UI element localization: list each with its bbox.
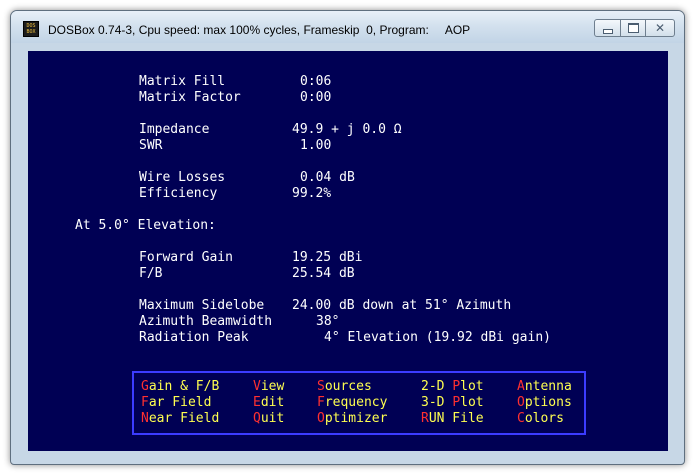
hotkey-p: P	[452, 395, 461, 410]
menu-optimizer[interactable]: Optimizer	[317, 411, 387, 427]
minimize-icon	[602, 28, 613, 34]
hotkey-s: S	[317, 379, 325, 394]
dosbox-window: DOS BOX DOSBox 0.74-3, Cpu speed: max 10…	[10, 10, 685, 465]
elevation-heading: At 5.0° Elevation:	[75, 218, 216, 233]
menu-run-file[interactable]: RUN File	[421, 411, 484, 427]
menu-near-field[interactable]: Near Field	[141, 411, 219, 427]
menu-far-field-label: ar Field	[148, 395, 212, 410]
menu-sources[interactable]: Sources	[317, 379, 372, 395]
hotkey-r: R	[421, 411, 429, 426]
hotkey-q: Q	[253, 411, 261, 426]
menu-3d-plot-prefix: 3-D	[421, 395, 453, 410]
menu-2d-plot-prefix: 2-D	[421, 379, 453, 394]
main-menu: Gain & F/B Far Field Near Field View Edi…	[132, 371, 586, 435]
hotkey-a: A	[517, 379, 525, 394]
menu-frequency-label: requency	[324, 395, 388, 410]
menu-options[interactable]: Options	[517, 395, 572, 411]
fb-value: 25.54 dB	[292, 266, 355, 281]
impedance-label: Impedance	[139, 122, 210, 137]
hotkey-v: V	[253, 379, 261, 394]
dosbox-app-icon[interactable]: DOS BOX	[23, 21, 39, 37]
hotkey-c: C	[517, 411, 525, 426]
menu-colors-label: olors	[524, 411, 564, 426]
hotkey-n: N	[141, 411, 149, 426]
azimuth-beamwidth-value: 38°	[316, 314, 340, 329]
hotkey-f: F	[317, 395, 325, 410]
dos-screen[interactable]: Matrix Fill 0:06 Matrix Factor 0:00 Impe…	[28, 51, 668, 451]
menu-frequency[interactable]: Frequency	[317, 395, 387, 411]
hotkey-p: P	[452, 379, 461, 394]
max-sidelobe-value: 24.00 dB down at 51° Azimuth	[292, 298, 512, 313]
menu-sources-label: ources	[324, 379, 372, 394]
menu-quit-label: uit	[260, 411, 285, 426]
close-icon: ✕	[654, 21, 666, 35]
title-bar[interactable]: DOS BOX DOSBox 0.74-3, Cpu speed: max 10…	[11, 11, 684, 43]
menu-3d-plot-label: lot	[460, 395, 484, 410]
menu-2d-plot[interactable]: 2-D Plot	[421, 379, 484, 395]
menu-run-file-label: UN File	[428, 411, 484, 426]
maximize-icon	[627, 23, 639, 33]
menu-edit[interactable]: Edit	[253, 395, 284, 411]
menu-antenna-label: ntenna	[524, 379, 572, 394]
menu-view[interactable]: View	[253, 379, 284, 395]
efficiency-label: Efficiency	[139, 186, 218, 201]
wire-losses-label: Wire Losses	[139, 170, 226, 185]
menu-optimizer-label: ptimizer	[324, 411, 388, 426]
swr-label: SWR	[139, 138, 163, 153]
menu-2d-plot-label: lot	[460, 379, 484, 394]
wire-losses-value: 0.04 dB	[300, 170, 355, 185]
menu-3d-plot[interactable]: 3-D Plot	[421, 395, 484, 411]
matrix-factor-label: Matrix Factor	[139, 90, 241, 105]
efficiency-value: 99.2%	[292, 186, 332, 201]
forward-gain-label: Forward Gain	[139, 250, 233, 265]
menu-far-field[interactable]: Far Field	[141, 395, 211, 411]
menu-near-field-label: ear Field	[148, 411, 220, 426]
menu-colors[interactable]: Colors	[517, 411, 564, 427]
menu-gain-fb-label: ain & F/B	[148, 379, 220, 394]
hotkey-e: E	[253, 395, 261, 410]
minimize-button[interactable]	[594, 19, 621, 37]
window-title: DOSBox 0.74-3, Cpu speed: max 100% cycle…	[48, 23, 471, 37]
hotkey-f: F	[141, 395, 149, 410]
hotkey-g: G	[141, 379, 149, 394]
matrix-fill-value: 0:06	[300, 74, 332, 89]
radiation-peak-label: Radiation Peak	[139, 330, 249, 345]
forward-gain-value: 19.25 dBi	[292, 250, 363, 265]
menu-gain-fb[interactable]: Gain & F/B	[141, 379, 219, 395]
hotkey-o: O	[517, 395, 525, 410]
max-sidelobe-label: Maximum Sidelobe	[139, 298, 265, 313]
matrix-fill-label: Matrix Fill	[139, 74, 226, 89]
matrix-factor-value: 0:00	[300, 90, 332, 105]
fb-label: F/B	[139, 266, 163, 281]
hotkey-o: O	[317, 411, 325, 426]
menu-options-label: ptions	[524, 395, 572, 410]
azimuth-beamwidth-label: Azimuth Beamwidth	[139, 314, 273, 329]
menu-antenna[interactable]: Antenna	[517, 379, 572, 395]
menu-view-label: iew	[260, 379, 285, 394]
menu-edit-label: dit	[260, 395, 285, 410]
swr-value: 1.00	[300, 138, 332, 153]
impedance-value: 49.9 + j 0.0 Ω	[292, 122, 402, 137]
maximize-button[interactable]	[620, 19, 646, 37]
close-button[interactable]: ✕	[645, 19, 675, 37]
menu-quit[interactable]: Quit	[253, 411, 284, 427]
radiation-peak-value: 4° Elevation (19.92 dBi gain)	[324, 330, 551, 345]
